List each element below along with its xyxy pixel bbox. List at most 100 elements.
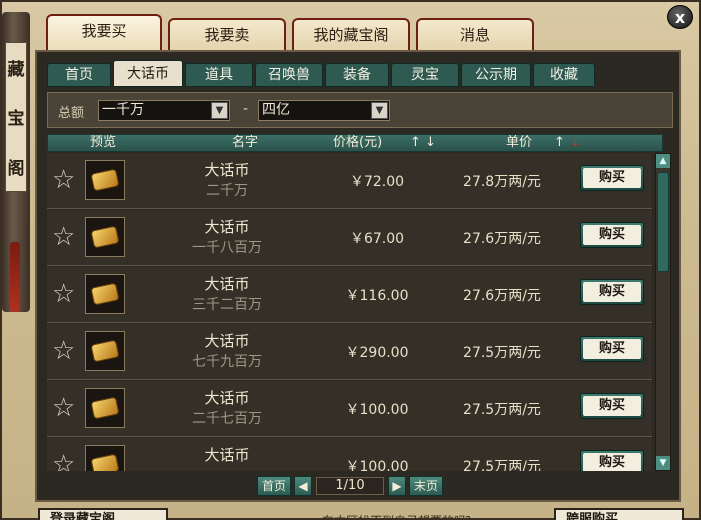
listing-table: ☆ 大话币 二千万 ￥72.00 27.8万两/元 购买 ☆ 大话币 一千八百万… (47, 153, 652, 471)
max-amount-select[interactable]: 四亿 ▼ (258, 100, 390, 121)
next-page-icon[interactable]: ▶ (388, 476, 406, 496)
buy-button[interactable]: 购买 (580, 336, 644, 362)
gold-ingot-icon (90, 168, 120, 192)
buy-button[interactable]: 购买 (580, 165, 644, 191)
item-name: 大话币 (204, 389, 250, 407)
scroll-ornament: 藏 宝 阁 (2, 12, 30, 312)
scroll-char: 藏 (7, 60, 25, 81)
unit-sort-down-icon[interactable]: ↓ (570, 135, 581, 151)
favorite-star-icon[interactable]: ☆ (52, 452, 78, 471)
gold-ingot-icon (90, 339, 120, 363)
cross-server-buy-button[interactable]: 跨服购买 (554, 508, 684, 520)
buy-button[interactable]: 购买 (580, 450, 644, 471)
subtab-equipment[interactable]: 装备 (325, 63, 389, 87)
item-name: 大话币 (204, 161, 250, 179)
item-thumbnail[interactable] (85, 217, 125, 257)
buy-label: 购买 (583, 282, 641, 302)
scroll-char: 宝 (7, 109, 25, 130)
favorite-star-icon[interactable]: ☆ (52, 224, 78, 250)
col-unit-price[interactable]: 单价 (506, 135, 532, 151)
tab-sell[interactable]: 我要卖 (168, 18, 286, 52)
pagination: 首页 ◀ 1/10 ▶ 末页 (37, 476, 683, 498)
item-price: ￥72.00 (349, 174, 405, 190)
buy-button[interactable]: 购买 (580, 279, 644, 305)
item-thumbnail[interactable] (85, 274, 125, 314)
min-amount-value: 一千万 (102, 102, 144, 118)
col-preview: 预览 (90, 135, 117, 150)
item-unit-price: 27.5万两/元 (463, 402, 541, 418)
item-amount: 一千八百万 (192, 240, 262, 256)
scroll-down-icon[interactable]: ▼ (656, 456, 670, 470)
item-unit-price: 27.8万两/元 (463, 174, 541, 190)
gold-ingot-icon (90, 282, 120, 306)
gold-ingot-icon (90, 453, 120, 471)
subtab-pets[interactable]: 召唤兽 (255, 63, 323, 87)
table-row: ☆ 大话币 七千九百万 ￥290.00 27.5万两/元 购买 (47, 324, 652, 380)
table-row: ☆ 大话币 三千二百万 ￥116.00 27.6万两/元 购买 (47, 267, 652, 323)
table-row: ☆ 大话币 一千八百万 ￥67.00 27.6万两/元 购买 (47, 210, 652, 266)
favorite-star-icon[interactable]: ☆ (52, 338, 78, 364)
tab-messages[interactable]: 消息 (416, 18, 534, 52)
item-amount: 二千七百万 (192, 411, 262, 427)
item-amount: 七千九百万 (192, 354, 262, 370)
close-button[interactable]: x (667, 5, 693, 29)
item-unit-price: 27.5万两/元 (463, 345, 541, 361)
buy-label: 购买 (583, 225, 641, 245)
item-thumbnail[interactable] (85, 388, 125, 428)
main-panel: 首页 大话币 道具 召唤兽 装备 灵宝 公示期 收藏 总额 一千万 ▼ - 四亿… (35, 50, 681, 502)
subtab-currency[interactable]: 大话币 (113, 60, 183, 87)
item-thumbnail[interactable] (85, 331, 125, 371)
tab-my-treasure[interactable]: 我的藏宝阁 (292, 18, 410, 52)
subtab-favorites[interactable]: 收藏 (533, 63, 595, 87)
item-price: ￥67.00 (349, 231, 405, 247)
buy-label: 购买 (583, 339, 641, 359)
last-page-button[interactable]: 末页 (409, 476, 443, 496)
item-unit-price: 27.6万两/元 (463, 231, 541, 247)
item-amount: 二千万 (206, 183, 248, 199)
col-name: 名字 (232, 135, 259, 150)
subtab-public[interactable]: 公示期 (461, 63, 531, 87)
subtab-home[interactable]: 首页 (47, 63, 111, 87)
tassel-decoration (10, 242, 20, 312)
price-sort-arrows[interactable]: ↑ ↓ (410, 135, 436, 151)
item-thumbnail[interactable] (85, 160, 125, 200)
item-unit-price: 27.6万两/元 (463, 288, 541, 304)
favorite-star-icon[interactable]: ☆ (52, 395, 78, 421)
item-price: ￥290.00 (345, 345, 409, 361)
max-amount-value: 四亿 (262, 102, 290, 118)
favorite-star-icon[interactable]: ☆ (52, 281, 78, 307)
buy-label: 购买 (583, 168, 641, 188)
scroll-char: 阁 (7, 158, 25, 179)
min-amount-select[interactable]: 一千万 ▼ (98, 100, 230, 121)
buy-button[interactable]: 购买 (580, 393, 644, 419)
subtab-lingbao[interactable]: 灵宝 (391, 63, 459, 87)
first-page-button[interactable]: 首页 (257, 476, 291, 496)
item-amount: 三千二百万 (192, 297, 262, 313)
gold-ingot-icon (90, 396, 120, 420)
buy-label: 购买 (583, 453, 641, 471)
tab-buy[interactable]: 我要买 (46, 14, 162, 54)
range-separator: - (243, 101, 249, 117)
buy-label: 购买 (583, 396, 641, 416)
item-price: ￥100.00 (345, 459, 409, 471)
item-unit-price: 27.5万两/元 (463, 459, 541, 471)
table-row: ☆ 大话币 ￥100.00 27.5万两/元 购买 (47, 438, 652, 471)
game-window: 藏 宝 阁 x 我要买 我要卖 我的藏宝阁 消息 首页 大话币 道具 召唤兽 装… (0, 0, 701, 520)
item-price: ￥100.00 (345, 402, 409, 418)
scroll-thumb[interactable] (657, 172, 669, 272)
page-indicator[interactable]: 1/10 (316, 477, 384, 495)
list-scrollbar[interactable]: ▲ ▼ (655, 153, 671, 471)
buy-button[interactable]: 购买 (580, 222, 644, 248)
scroll-up-icon[interactable]: ▲ (656, 154, 670, 168)
chevron-down-icon[interactable]: ▼ (371, 102, 388, 119)
unit-sort-up-icon[interactable]: ↑ (554, 135, 565, 151)
favorite-star-icon[interactable]: ☆ (52, 167, 78, 193)
prev-page-icon[interactable]: ◀ (294, 476, 312, 496)
chevron-down-icon[interactable]: ▼ (211, 102, 228, 119)
login-treasure-button[interactable]: 登录藏宝阁 (38, 508, 168, 520)
item-thumbnail[interactable] (85, 445, 125, 471)
category-tabs: 首页 大话币 道具 召唤兽 装备 灵宝 公示期 收藏 (47, 60, 595, 89)
table-header: 预览 名字 价格(元) ↑ ↓ 单价 ↑ ↓ (47, 134, 663, 152)
subtab-items[interactable]: 道具 (185, 63, 253, 87)
col-price[interactable]: 价格(元) (333, 135, 382, 151)
